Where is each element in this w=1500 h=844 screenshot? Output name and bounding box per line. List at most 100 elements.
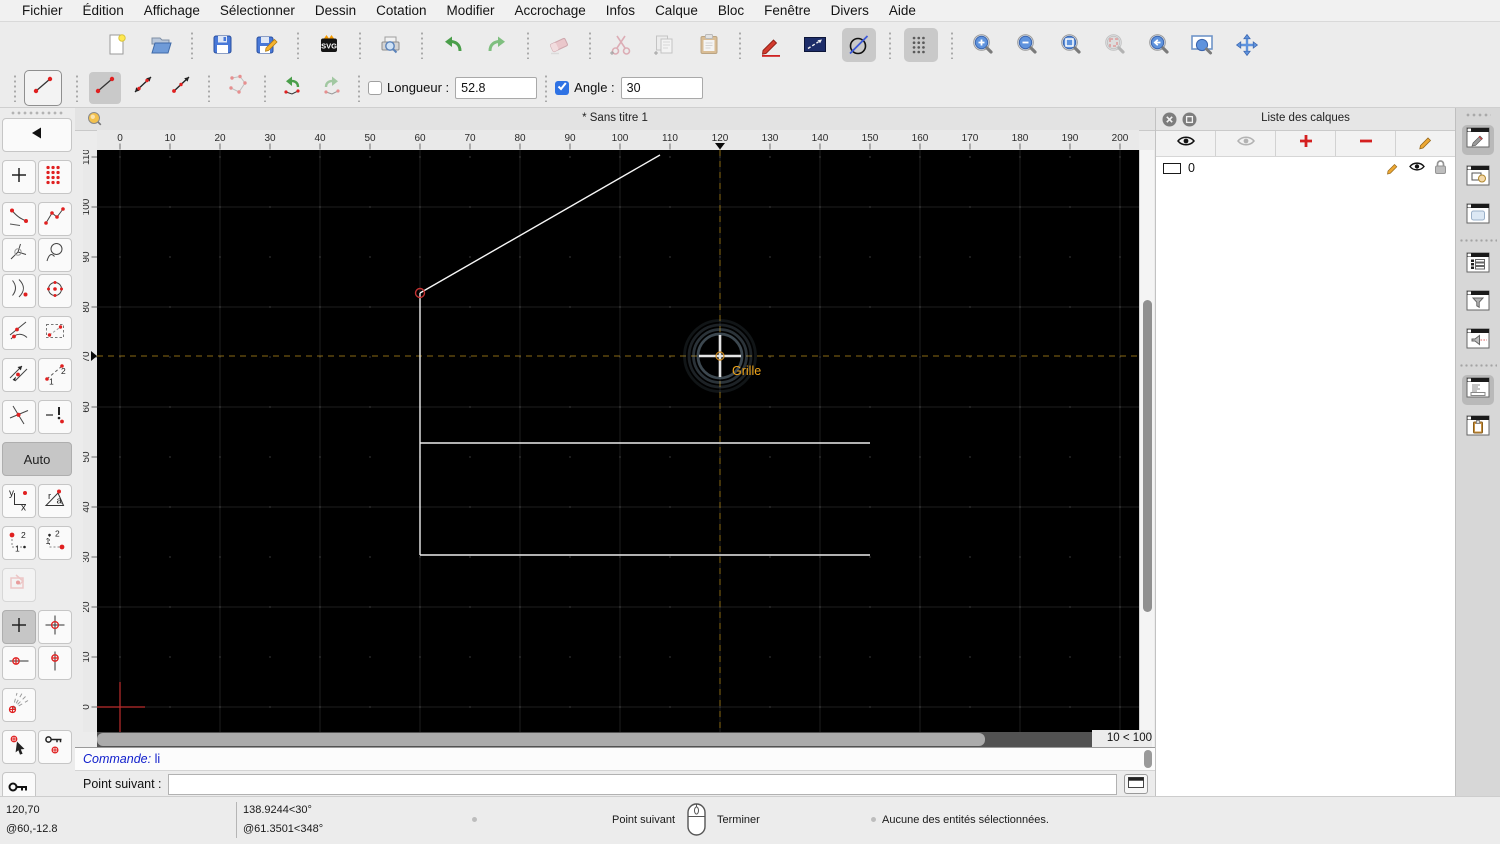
show-all-layers-button[interactable] [1156, 131, 1216, 156]
remove-layer-button[interactable] [1336, 131, 1396, 156]
snap-entity-button[interactable] [38, 238, 72, 272]
dock-library-browser-button[interactable] [1462, 201, 1494, 231]
menu-dessin[interactable]: Dessin [305, 2, 366, 19]
zoom-out-button[interactable] [1010, 28, 1044, 62]
menu-aide[interactable]: Aide [879, 2, 926, 19]
open-file-button[interactable] [144, 28, 178, 62]
exclusive-snap-mode-button[interactable] [2, 568, 36, 602]
menu-accrochage[interactable]: Accrochage [504, 2, 595, 19]
dock-clipboard-button[interactable] [1462, 413, 1494, 443]
dock-entity-list-button[interactable] [1462, 250, 1494, 280]
toolbar-handle[interactable] [10, 111, 65, 115]
restrict-nothing-button[interactable] [2, 610, 36, 644]
close-panel-icon[interactable] [1162, 112, 1177, 132]
lock-relative-zero-button[interactable] [38, 730, 72, 764]
shape-circle-line-button[interactable] [842, 28, 876, 62]
menu-infos[interactable]: Infos [596, 2, 645, 19]
line-arrow-button[interactable] [165, 72, 197, 104]
drawing-canvas-surface[interactable]: Grille [95, 150, 1139, 732]
menu-fenetre[interactable]: Fenêtre [754, 2, 821, 19]
current-tool-button[interactable] [24, 69, 62, 106]
zoom-window-button[interactable] [1186, 28, 1220, 62]
layer-lock-icon[interactable] [1433, 159, 1448, 178]
snap-angle-button[interactable] [2, 688, 36, 722]
line-properties-button[interactable] [798, 28, 832, 62]
command-history-scrollbar[interactable] [1144, 750, 1152, 768]
cut-button[interactable] [604, 28, 638, 62]
snap-middle-button[interactable] [2, 274, 36, 308]
snap-intersection-manual-button[interactable] [38, 400, 72, 434]
line-both-arrows-button[interactable] [127, 72, 159, 104]
restrict-orthogonal-button[interactable] [38, 610, 72, 644]
snap-circle-center-button[interactable] [38, 274, 72, 308]
menu-fichier[interactable]: Fichier [12, 2, 73, 19]
add-layer-button[interactable] [1276, 131, 1336, 156]
grid-toggle-button[interactable] [904, 28, 938, 62]
zoom-previous-button[interactable] [1142, 28, 1176, 62]
command-keyboard-button[interactable] [1123, 774, 1148, 794]
pen-properties-button[interactable] [754, 28, 788, 62]
snap-intersection-button[interactable] [2, 400, 36, 434]
menu-selectionner[interactable]: Sélectionner [210, 2, 305, 19]
erase-button[interactable] [542, 28, 576, 62]
export-svg-button[interactable]: SVG [312, 28, 346, 62]
menu-cotation[interactable]: Cotation [366, 2, 436, 19]
snap-on-entity-button[interactable] [38, 202, 72, 236]
snap-grid-button[interactable] [38, 160, 72, 194]
polyline-close-button[interactable] [221, 72, 253, 104]
toolbar-handle[interactable] [1465, 113, 1491, 117]
zoom-in-button[interactable] [966, 28, 1000, 62]
layer-color-swatch[interactable] [1163, 162, 1181, 174]
dock-layer-list-button[interactable] [1462, 125, 1494, 155]
horizontal-scrollbar[interactable] [97, 732, 1092, 747]
restrict-horizontal-button[interactable] [2, 646, 36, 680]
horizontal-scrollbar-thumb[interactable] [97, 733, 985, 746]
angle-input[interactable] [620, 76, 703, 99]
zoom-pan-button[interactable] [1230, 28, 1264, 62]
menu-modifier[interactable]: Modifier [436, 2, 504, 19]
zoom-auto-button[interactable] [1054, 28, 1088, 62]
undock-panel-icon[interactable] [1182, 112, 1197, 132]
print-preview-button[interactable] [374, 28, 408, 62]
dock-command-line-button[interactable] [1462, 375, 1494, 405]
hide-all-layers-button[interactable] [1216, 131, 1276, 156]
menu-calque[interactable]: Calque [645, 2, 708, 19]
snap-distance-button[interactable]: 12 [38, 358, 72, 392]
snap-parallel-button[interactable] [2, 358, 36, 392]
toolbar-handle[interactable] [14, 73, 16, 102]
snap-corner-2-1-button[interactable]: 12 [38, 526, 72, 560]
dock-block-list-button[interactable] [1462, 163, 1494, 193]
layer-row[interactable]: 0 [1156, 157, 1455, 179]
menu-edition[interactable]: Édition [73, 2, 134, 19]
edit-layer-button[interactable] [1396, 131, 1455, 156]
command-input[interactable] [167, 773, 1117, 795]
snap-reference-button[interactable] [38, 316, 72, 350]
snap-auto-button[interactable]: Auto [2, 442, 72, 476]
length-checkbox[interactable] [368, 80, 382, 95]
redo-segment-button[interactable] [315, 72, 347, 104]
restrict-vertical-button[interactable] [38, 646, 72, 680]
paste-button[interactable] [692, 28, 726, 62]
snap-center-button[interactable] [2, 238, 36, 272]
snap-nearest-button[interactable] [2, 316, 36, 350]
menu-divers[interactable]: Divers [821, 2, 879, 19]
copy-button[interactable] [648, 28, 682, 62]
dock-selection-filter-button[interactable] [1462, 288, 1494, 318]
save-as-button[interactable] [250, 28, 284, 62]
coordinate-cartesian-button[interactable]: yx [2, 484, 36, 518]
vertical-scrollbar-thumb[interactable] [1143, 300, 1152, 612]
save-button[interactable] [206, 28, 240, 62]
undo-button[interactable] [436, 28, 470, 62]
dock-quick-info-button[interactable] [1462, 326, 1494, 356]
menu-bloc[interactable]: Bloc [708, 2, 754, 19]
snap-endpoints-button[interactable] [2, 202, 36, 236]
redo-button[interactable] [480, 28, 514, 62]
zoom-selected-button[interactable] [1098, 28, 1132, 62]
layer-edit-icon[interactable] [1385, 159, 1401, 178]
angle-checkbox[interactable] [555, 80, 570, 95]
coordinate-polar-button[interactable]: ra [38, 484, 72, 518]
back-button[interactable] [2, 118, 72, 152]
menu-affichage[interactable]: Affichage [134, 2, 210, 19]
set-relative-zero-button[interactable] [2, 730, 36, 764]
snap-free-button[interactable] [2, 160, 36, 194]
